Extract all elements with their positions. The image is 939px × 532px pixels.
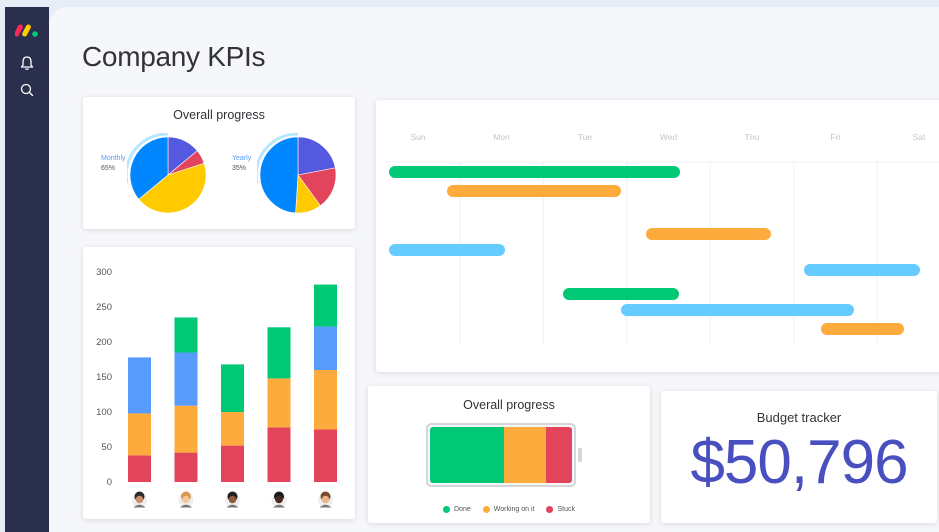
legend-item-working-on-it: Working on it	[482, 506, 535, 513]
bar-1-segment-1	[128, 455, 151, 482]
person-avatar-3[interactable]	[225, 491, 240, 508]
stacked-bar-chart: 0 50 100 150 200 250 300	[96, 267, 337, 508]
bar-5-segment-1	[314, 429, 337, 482]
bar-5-segment-2	[314, 370, 337, 430]
avatar-face	[135, 495, 144, 504]
timeline-task-bar[interactable]	[389, 244, 506, 256]
bar-1-segment-3	[128, 357, 151, 414]
y-tick-label: 200	[96, 337, 112, 348]
timeline-task-bar[interactable]	[389, 166, 680, 178]
bar-1-segment-2	[128, 413, 151, 456]
bar-4-segment-4	[267, 327, 291, 379]
legend-label: Done	[454, 506, 471, 513]
timeline-task-bar[interactable]	[804, 264, 921, 276]
timeline-task-bar[interactable]	[621, 304, 854, 316]
yearly-label: Yearly	[232, 155, 252, 162]
budget-value: $50,796	[690, 428, 908, 497]
bar-4-segment-1	[267, 427, 291, 482]
battery-segment-working-on-it	[503, 427, 547, 483]
y-tick-label: 0	[107, 477, 112, 488]
bar-4-segment-2	[267, 378, 291, 428]
bar-2-segment-2	[174, 405, 198, 453]
legend-dot	[482, 506, 490, 513]
legend-dot	[546, 506, 554, 513]
avatar-face	[321, 495, 330, 504]
timeline-task-bar[interactable]	[820, 323, 904, 335]
budget-tracker-card: Budget tracker $50,796	[661, 391, 937, 523]
bar-5-segment-3	[314, 326, 337, 370]
battery-tip	[578, 448, 582, 462]
bar-3-segment-4	[221, 364, 244, 412]
bell-icon[interactable]	[18, 54, 36, 72]
top-strip	[0, 0, 939, 7]
timeline-task-bar[interactable]	[563, 288, 680, 300]
y-tick-label: 100	[96, 407, 112, 418]
monthly-pie-chart[interactable]	[127, 133, 209, 217]
y-tick-label: 50	[101, 442, 112, 453]
battery-segment-done	[430, 427, 504, 483]
monthly-pie-label: Monthly 65%	[101, 155, 126, 172]
bar-2-segment-1	[174, 452, 198, 482]
timeline-bars	[376, 100, 939, 372]
battery-bar[interactable]	[426, 423, 576, 487]
bar-3-segment-1	[221, 445, 244, 482]
app-logo[interactable]	[15, 21, 41, 39]
yearly-value: 35%	[232, 165, 247, 172]
bar-5-segment-4	[314, 284, 337, 327]
monthly-label: Monthly	[101, 155, 126, 162]
avatar-face	[228, 495, 237, 504]
person-avatar-2[interactable]	[178, 491, 194, 508]
bar-3-segment-2	[221, 412, 244, 446]
timeline-task-bar[interactable]	[646, 228, 771, 240]
avatar-face	[182, 495, 190, 504]
sidebar	[5, 7, 49, 532]
person-avatar-5[interactable]	[318, 491, 333, 508]
bar-2-segment-4	[174, 317, 198, 353]
stacked-bar-card: 0 50 100 150 200 250 300	[83, 247, 355, 519]
legend-dot	[443, 506, 450, 513]
main-content: Company KPIs Overall progress Monthly 65…	[49, 7, 939, 532]
yearly-pie-label: Yearly 35%	[232, 155, 251, 172]
y-tick-label: 150	[96, 372, 112, 383]
page-title: Company KPIs	[82, 41, 266, 72]
legend-item-stuck: Stuck	[546, 506, 575, 513]
bar-2-segment-3	[174, 352, 198, 406]
person-avatar-4[interactable]	[271, 491, 287, 508]
y-tick-label: 250	[96, 302, 112, 313]
card-title: Overall progress	[463, 398, 555, 412]
person-avatar-1[interactable]	[132, 491, 147, 508]
overall-progress-pie-card: Overall progress Monthly 65% Yearly 35%	[83, 97, 355, 229]
card-title: Budget tracker	[756, 410, 842, 425]
timeline-card: Sun Mon Tue Wed Thu Fri Sat	[376, 100, 939, 372]
timeline-task-bar[interactable]	[447, 185, 622, 197]
legend-item-done: Done	[443, 506, 471, 513]
legend-label: Working on it	[493, 506, 535, 513]
battery-legend: Done Working on it Stuck	[368, 500, 650, 518]
search-icon[interactable]	[18, 81, 36, 99]
monthly-value: 65%	[101, 165, 116, 172]
legend-label: Stuck	[557, 506, 575, 513]
avatar-face	[275, 495, 283, 504]
battery-progress-card: Overall progress Done Working on it Stuck	[368, 386, 650, 523]
yearly-pie-chart[interactable]	[257, 133, 339, 217]
y-tick-label: 300	[96, 267, 112, 278]
battery-segment-stuck	[546, 427, 572, 483]
card-title: Overall progress	[173, 108, 265, 122]
